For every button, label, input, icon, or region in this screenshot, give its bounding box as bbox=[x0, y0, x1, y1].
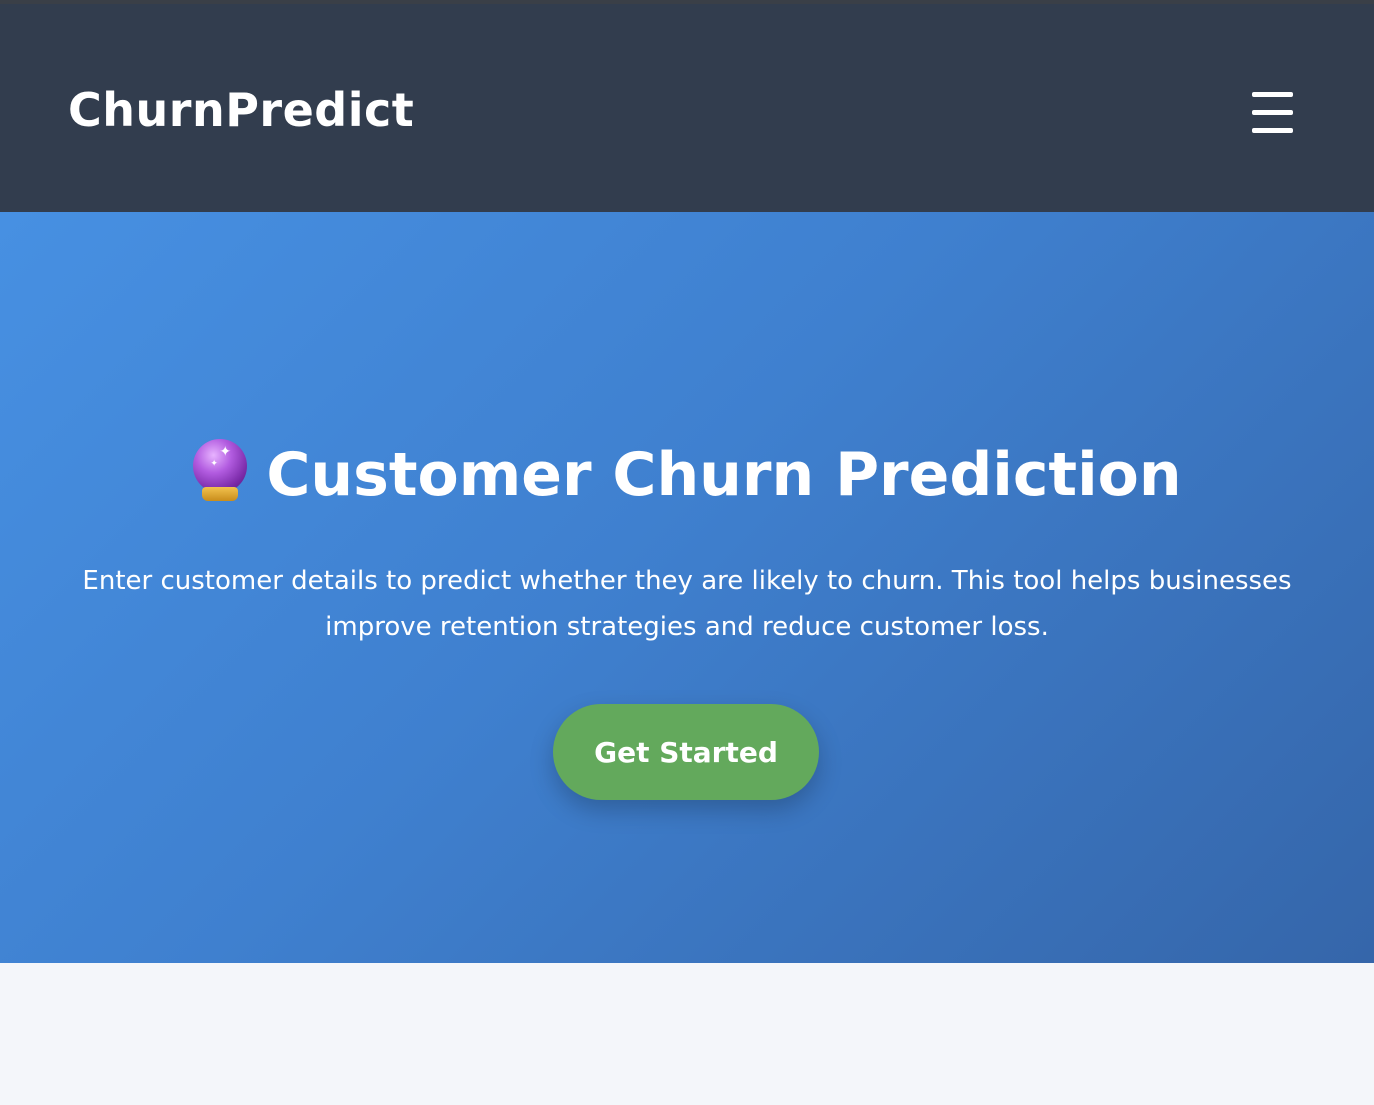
content-section bbox=[0, 963, 1374, 1105]
menu-button[interactable] bbox=[1244, 82, 1300, 133]
hero-description: Enter customer details to predict whethe… bbox=[82, 566, 1292, 642]
get-started-button[interactable]: Get Started bbox=[553, 704, 819, 800]
hero-title: Customer Churn Prediction bbox=[266, 440, 1182, 510]
brand-logo[interactable]: ChurnPredict bbox=[68, 82, 414, 138]
navbar: ChurnPredict bbox=[0, 4, 1374, 212]
crystal-ball-icon: ✦ ✦ bbox=[192, 439, 248, 503]
hero-section: ✦ ✦ Customer Churn Prediction Enter cust… bbox=[0, 212, 1374, 963]
hero-title-row: ✦ ✦ Customer Churn Prediction bbox=[0, 437, 1374, 513]
